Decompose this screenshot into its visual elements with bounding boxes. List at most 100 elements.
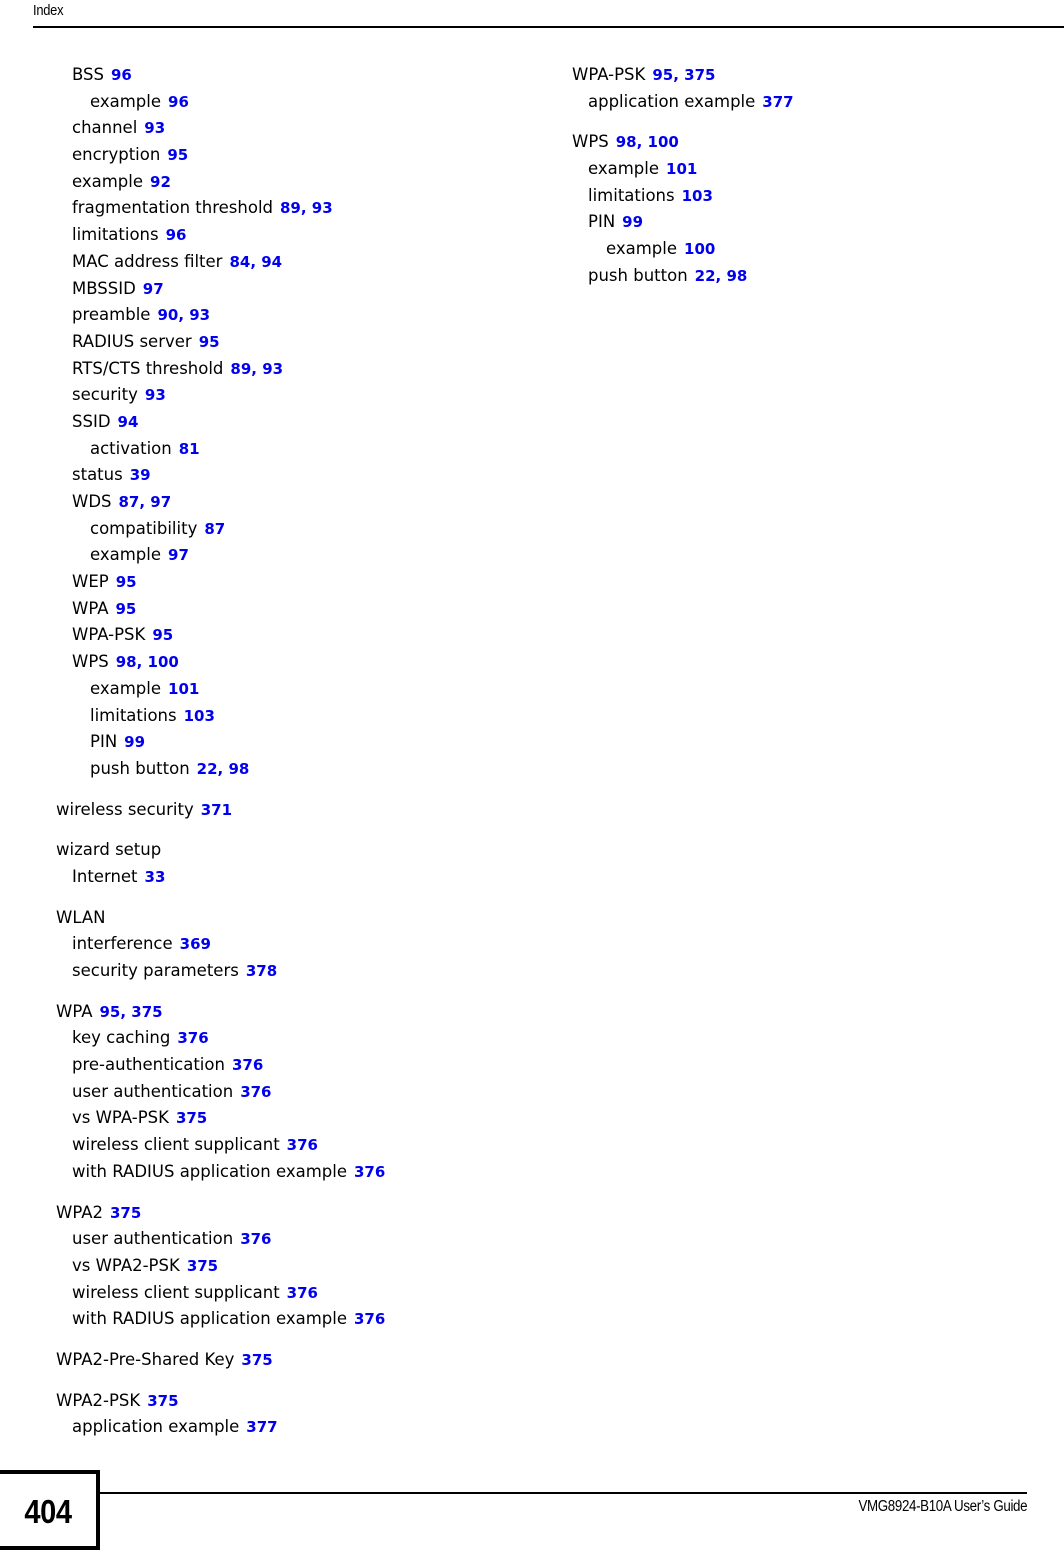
index-entry[interactable]: RTS/CTS threshold 89, 93 — [72, 356, 526, 383]
index-entry[interactable]: WDS 87, 97 — [72, 489, 526, 516]
page-ref-link[interactable]: 96 — [166, 226, 187, 244]
index-entry[interactable]: wireless client supplicant 376 — [72, 1280, 526, 1307]
index-page-refs[interactable]: 98, 100 — [616, 133, 679, 151]
index-entry[interactable]: with RADIUS application example 376 — [72, 1159, 526, 1186]
index-entry[interactable]: wizard setup — [56, 837, 526, 864]
page-ref-link[interactable]: 98 — [616, 133, 637, 151]
page-ref-link[interactable]: 376 — [232, 1056, 263, 1074]
page-ref-link[interactable]: 101 — [666, 160, 697, 178]
page-ref-link[interactable]: 375 — [176, 1109, 207, 1127]
index-entry[interactable]: WPA 95 — [72, 596, 526, 623]
page-ref-link[interactable]: 95 — [652, 66, 673, 84]
index-entry[interactable]: fragmentation threshold 89, 93 — [72, 195, 526, 222]
index-page-refs[interactable]: 87 — [204, 520, 225, 538]
index-entry[interactable]: wireless security 371 — [56, 797, 526, 824]
page-ref-link[interactable]: 97 — [150, 493, 171, 511]
index-page-refs[interactable]: 375 — [176, 1109, 207, 1127]
index-page-refs[interactable]: 89, 93 — [280, 199, 333, 217]
page-ref-link[interactable]: 103 — [682, 187, 713, 205]
index-entry[interactable]: compatibility 87 — [90, 516, 526, 543]
index-entry[interactable]: WEP 95 — [72, 569, 526, 596]
page-ref-link[interactable]: 95 — [152, 626, 173, 644]
index-page-refs[interactable]: 33 — [145, 868, 166, 886]
index-entry[interactable]: application example 377 — [588, 89, 1042, 116]
page-ref-link[interactable]: 375 — [241, 1351, 272, 1369]
index-entry[interactable]: WPA 95, 375 — [56, 999, 526, 1026]
page-ref-link[interactable]: 94 — [261, 253, 282, 271]
index-entry[interactable]: WPS 98, 100 — [572, 129, 1042, 156]
index-page-refs[interactable]: 22, 98 — [695, 267, 748, 285]
index-entry[interactable]: interference 369 — [72, 931, 526, 958]
index-entry[interactable]: MBSSID 97 — [72, 276, 526, 303]
page-ref-link[interactable]: 101 — [168, 680, 199, 698]
page-ref-link[interactable]: 98 — [228, 760, 249, 778]
index-entry[interactable]: wireless client supplicant 376 — [72, 1132, 526, 1159]
index-page-refs[interactable]: 369 — [180, 935, 211, 953]
index-entry[interactable]: example 92 — [72, 169, 526, 196]
index-entry[interactable]: PIN 99 — [90, 729, 526, 756]
page-ref-link[interactable]: 22 — [197, 760, 218, 778]
page-ref-link[interactable]: 95 — [199, 333, 220, 351]
index-page-refs[interactable]: 98, 100 — [116, 653, 179, 671]
index-entry[interactable]: channel 93 — [72, 115, 526, 142]
index-page-refs[interactable]: 92 — [150, 173, 171, 191]
index-page-refs[interactable]: 87, 97 — [119, 493, 172, 511]
index-entry[interactable]: vs WPA-PSK 375 — [72, 1105, 526, 1132]
index-page-refs[interactable]: 376 — [354, 1310, 385, 1328]
index-page-refs[interactable]: 376 — [177, 1029, 208, 1047]
index-page-refs[interactable]: 376 — [232, 1056, 263, 1074]
page-ref-link[interactable]: 375 — [684, 66, 715, 84]
page-ref-link[interactable]: 97 — [143, 280, 164, 298]
index-page-refs[interactable]: 95 — [152, 626, 173, 644]
index-page-refs[interactable]: 95, 375 — [652, 66, 715, 84]
page-ref-link[interactable]: 376 — [287, 1136, 318, 1154]
page-ref-link[interactable]: 92 — [150, 173, 171, 191]
page-ref-link[interactable]: 378 — [246, 962, 277, 980]
index-entry[interactable]: WPA-PSK 95 — [72, 622, 526, 649]
index-entry[interactable]: Internet 33 — [72, 864, 526, 891]
page-ref-link[interactable]: 99 — [124, 733, 145, 751]
page-ref-link[interactable]: 97 — [168, 546, 189, 564]
index-page-refs[interactable]: 95 — [116, 600, 137, 618]
index-entry[interactable]: WPA2-Pre-Shared Key 375 — [56, 1347, 526, 1374]
page-ref-link[interactable]: 89 — [230, 360, 251, 378]
index-entry[interactable]: push button 22, 98 — [588, 263, 1042, 290]
index-entry[interactable]: pre-authentication 376 — [72, 1052, 526, 1079]
index-page-refs[interactable]: 96 — [111, 66, 132, 84]
index-entry[interactable]: example 96 — [90, 89, 526, 116]
page-ref-link[interactable]: 376 — [240, 1230, 271, 1248]
index-entry[interactable]: activation 81 — [90, 436, 526, 463]
index-entry[interactable]: example 97 — [90, 542, 526, 569]
page-ref-link[interactable]: 84 — [229, 253, 250, 271]
index-entry[interactable]: limitations 96 — [72, 222, 526, 249]
index-entry[interactable]: limitations 103 — [90, 703, 526, 730]
index-page-refs[interactable]: 96 — [168, 93, 189, 111]
index-entry[interactable]: status 39 — [72, 462, 526, 489]
index-page-refs[interactable]: 99 — [622, 213, 643, 231]
page-ref-link[interactable]: 103 — [184, 707, 215, 725]
index-page-refs[interactable]: 375 — [110, 1204, 141, 1222]
index-page-refs[interactable]: 375 — [187, 1257, 218, 1275]
index-page-refs[interactable]: 375 — [147, 1392, 178, 1410]
index-entry[interactable]: SSID 94 — [72, 409, 526, 436]
index-page-refs[interactable]: 377 — [762, 93, 793, 111]
index-page-refs[interactable]: 97 — [168, 546, 189, 564]
index-entry[interactable]: WPS 98, 100 — [72, 649, 526, 676]
index-page-refs[interactable]: 101 — [666, 160, 697, 178]
index-entry[interactable]: WPA-PSK 95, 375 — [572, 62, 1042, 89]
index-entry[interactable]: WPA2 375 — [56, 1200, 526, 1227]
index-page-refs[interactable]: 95, 375 — [100, 1003, 163, 1021]
page-ref-link[interactable]: 369 — [180, 935, 211, 953]
page-ref-link[interactable]: 93 — [145, 386, 166, 404]
index-page-refs[interactable]: 90, 93 — [157, 306, 210, 324]
index-page-refs[interactable]: 95 — [167, 146, 188, 164]
index-entry[interactable]: example 101 — [90, 676, 526, 703]
page-ref-link[interactable]: 81 — [179, 440, 200, 458]
page-ref-link[interactable]: 93 — [189, 306, 210, 324]
index-entry[interactable]: user authentication 376 — [72, 1226, 526, 1253]
page-ref-link[interactable]: 90 — [157, 306, 178, 324]
page-ref-link[interactable]: 94 — [118, 413, 139, 431]
index-page-refs[interactable]: 97 — [143, 280, 164, 298]
page-ref-link[interactable]: 100 — [684, 240, 715, 258]
index-page-refs[interactable]: 93 — [145, 386, 166, 404]
